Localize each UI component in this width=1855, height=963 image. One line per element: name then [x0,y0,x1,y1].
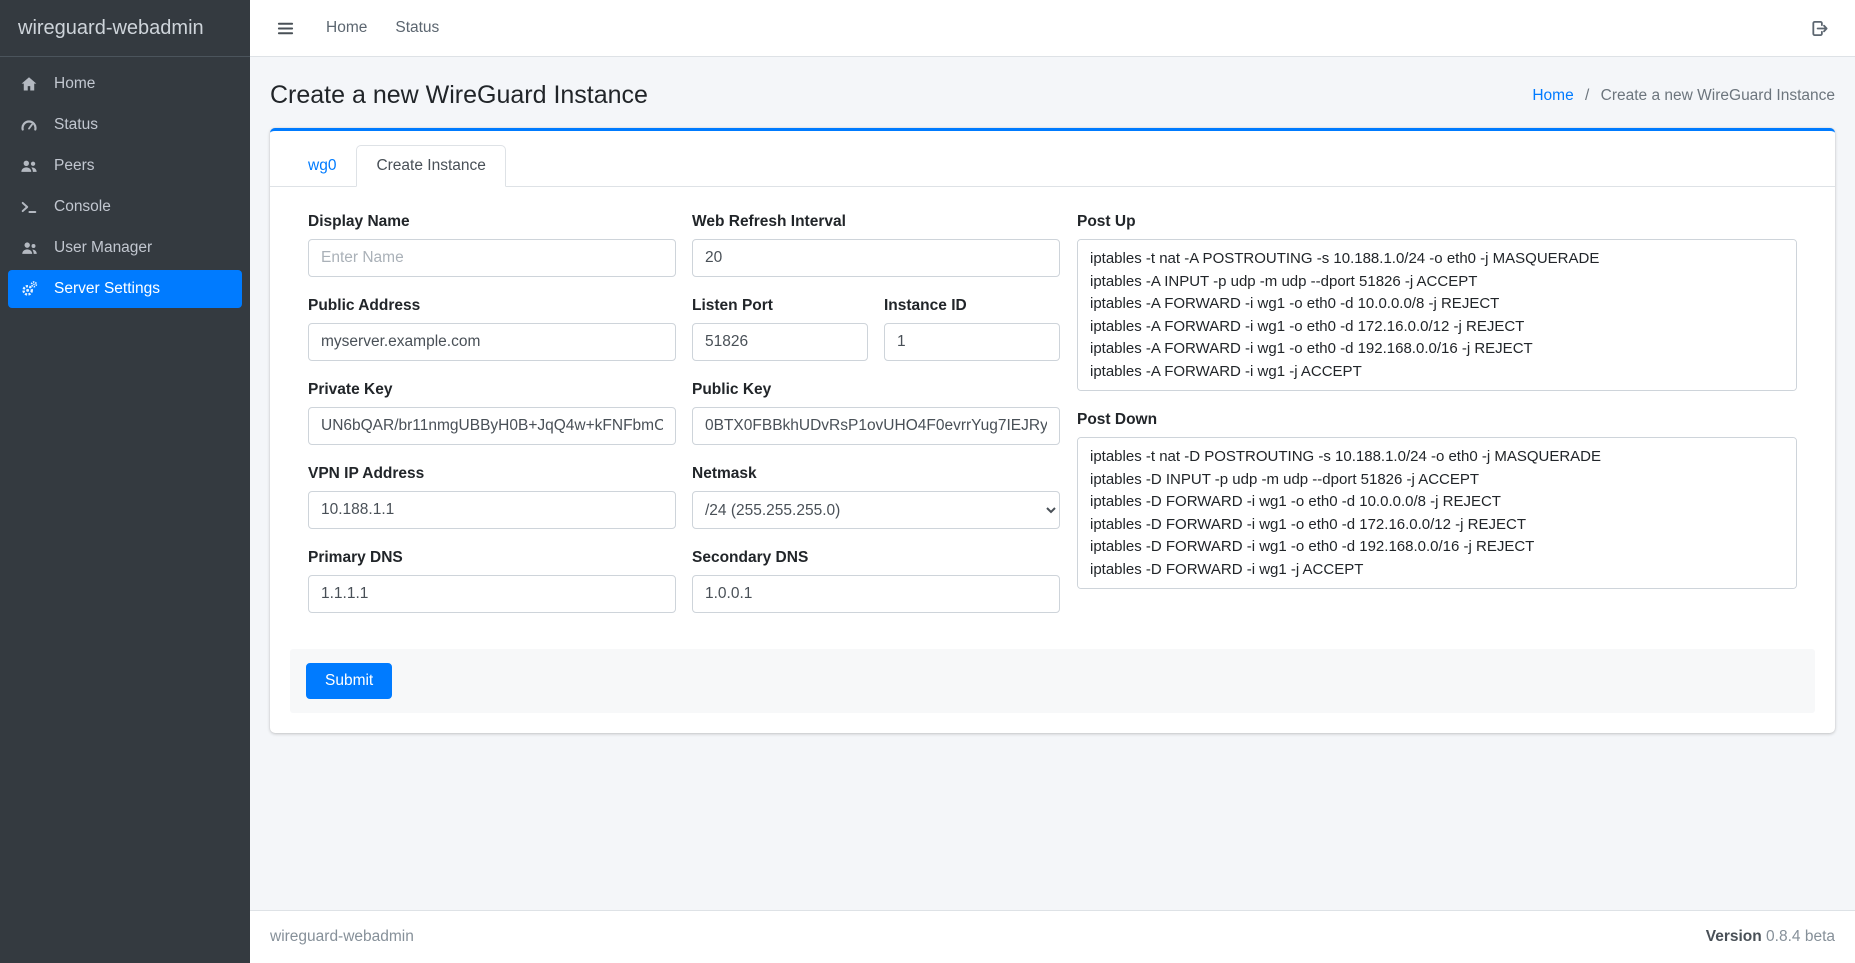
sidebar-item-server-settings[interactable]: Server Settings [8,270,242,308]
card-tabs-header: wg0 Create Instance [270,131,1835,187]
sidebar-item-user-manager[interactable]: User Manager [8,229,242,267]
private-key-label: Private Key [308,381,676,399]
submit-button[interactable]: Submit [306,663,392,699]
terminal-icon [20,198,47,216]
peers-icon [20,157,47,175]
page-footer: wireguard-webadmin Version 0.8.4 beta [250,910,1855,963]
web-refresh-interval-label: Web Refresh Interval [692,213,1060,231]
secondary-dns-input[interactable] [692,575,1060,613]
sidebar-item-console[interactable]: Console [8,188,242,226]
instance-id-label: Instance ID [884,297,1060,315]
form-left-columns: Display Name Web Refresh Interval Public… [308,213,1060,633]
vpn-ip-field: VPN IP Address [308,465,676,529]
form-right-column: Post Up Post Down [1077,213,1797,609]
breadcrumb-current: Create a new WireGuard Instance [1601,87,1835,104]
sidebar-item-label: User Manager [54,239,152,257]
instance-card: wg0 Create Instance Display Name Web [270,128,1835,733]
instance-id-field: Instance ID [884,297,1060,361]
sidebar-item-label: Console [54,198,111,216]
breadcrumb-home-link[interactable]: Home [1532,87,1573,104]
post-down-field: Post Down [1077,411,1797,589]
primary-dns-input[interactable] [308,575,676,613]
footer-version: Version 0.8.4 beta [1706,928,1835,946]
card-body: Display Name Web Refresh Interval Public… [270,187,1835,733]
breadcrumb: Home / Create a new WireGuard Instance [1532,87,1835,105]
netmask-field: Netmask /24 (255.255.255.0) [692,465,1060,529]
tachometer-icon [20,116,47,134]
sidebar-item-status[interactable]: Status [8,106,242,144]
footer-version-value: 0.8.4 beta [1766,928,1835,945]
sidebar-brand: wireguard-webadmin [0,0,250,57]
cogs-icon [20,280,47,298]
post-up-field: Post Up [1077,213,1797,391]
display-name-label: Display Name [308,213,676,231]
footer-version-label: Version [1706,928,1762,945]
post-up-textarea[interactable] [1077,239,1797,391]
listen-port-field: Listen Port [692,297,868,361]
tab-create-instance[interactable]: Create Instance [356,145,505,187]
post-up-label: Post Up [1077,213,1797,231]
sidebar: wireguard-webadmin Home Status Peers [0,0,250,963]
primary-dns-field: Primary DNS [308,549,676,613]
breadcrumb-separator: / [1585,87,1589,104]
vpn-ip-input[interactable] [308,491,676,529]
instance-tabs: wg0 Create Instance [288,145,1817,187]
web-refresh-interval-input[interactable] [692,239,1060,277]
netmask-label: Netmask [692,465,1060,483]
page-title: Create a new WireGuard Instance [270,81,648,110]
navbar-link-status[interactable]: Status [381,11,453,45]
hamburger-menu-icon[interactable] [268,11,302,45]
netmask-select[interactable]: /24 (255.255.255.0) [692,491,1060,529]
instance-id-input[interactable] [884,323,1060,361]
sidebar-item-label: Server Settings [54,280,160,298]
post-down-textarea[interactable] [1077,437,1797,589]
app-root: wireguard-webadmin Home Status Peers [0,0,1855,963]
public-address-input[interactable] [308,323,676,361]
private-key-field: Private Key [308,381,676,445]
sidebar-item-home[interactable]: Home [8,65,242,103]
content-area: Create a new WireGuard Instance Home / C… [250,57,1855,910]
listen-port-label: Listen Port [692,297,868,315]
sidebar-item-label: Status [54,116,98,134]
post-down-label: Post Down [1077,411,1797,429]
content-header: Create a new WireGuard Instance Home / C… [250,57,1855,128]
logout-icon[interactable] [1801,10,1837,46]
sidebar-item-label: Peers [54,157,95,175]
public-key-field: Public Key [692,381,1060,445]
users-icon [20,239,47,257]
public-address-label: Public Address [308,297,676,315]
secondary-dns-label: Secondary DNS [692,549,1060,567]
display-name-input[interactable] [308,239,676,277]
footer-brand: wireguard-webadmin [270,928,414,946]
secondary-dns-field: Secondary DNS [692,549,1060,613]
form-footer: Submit [290,649,1815,713]
public-key-input[interactable] [692,407,1060,445]
sidebar-item-label: Home [54,75,95,93]
vpn-ip-label: VPN IP Address [308,465,676,483]
port-and-id-row: Listen Port Instance ID [692,297,1060,381]
top-navbar: Home Status [250,0,1855,57]
web-refresh-interval-field: Web Refresh Interval [692,213,1060,277]
sidebar-nav: Home Status Peers Console [0,57,250,319]
tab-wg0[interactable]: wg0 [288,145,356,187]
listen-port-input[interactable] [692,323,868,361]
instance-form: Display Name Web Refresh Interval Public… [308,213,1797,633]
home-icon [20,75,47,93]
sidebar-item-peers[interactable]: Peers [8,147,242,185]
public-key-label: Public Key [692,381,1060,399]
public-address-field: Public Address [308,297,676,361]
navbar-link-home[interactable]: Home [312,11,381,45]
display-name-field: Display Name [308,213,676,277]
main-column: Home Status Create a new WireGuard Insta… [250,0,1855,963]
primary-dns-label: Primary DNS [308,549,676,567]
private-key-input[interactable] [308,407,676,445]
